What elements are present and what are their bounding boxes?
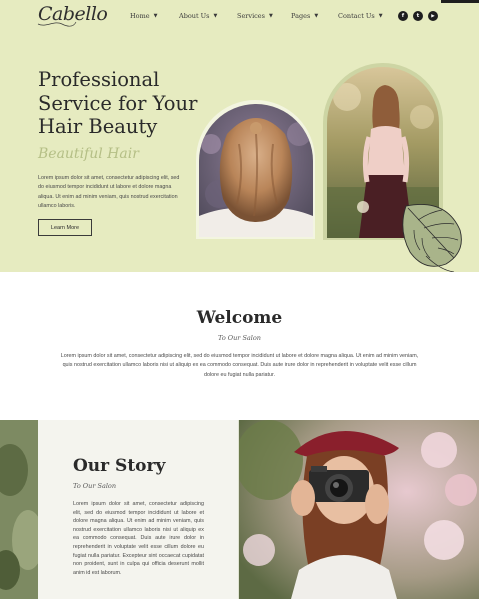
story-title: Our Story — [73, 456, 166, 476]
hero-description: Lorem ipsum dolor sit amet, consectetur … — [38, 175, 180, 209]
welcome-description: Lorem ipsum dolor sit amet, consectetur … — [60, 353, 419, 378]
story-description: Lorem ipsum dolor sit amet, consectetur … — [73, 501, 204, 576]
story-subtitle: To Our Salon — [73, 482, 117, 490]
main-nav: Home ▼ About Us ▼ Services ▼ Pages ▼ Contact… — [130, 12, 390, 20]
twitter-icon[interactable]: t — [413, 11, 423, 21]
social-links: f t ▶ — [398, 11, 438, 21]
nav-item-label: Services — [237, 12, 265, 20]
chevron-down-icon: ▼ — [378, 13, 383, 19]
chevron-down-icon: ▼ — [153, 13, 158, 19]
nav-item-label: Contact Us — [338, 12, 375, 20]
nav-item-label: Pages — [291, 12, 311, 20]
chevron-down-icon: ▼ — [268, 13, 273, 19]
nav-item-services[interactable]: Services ▼ — [237, 12, 291, 20]
learn-more-button[interactable]: Learn More — [38, 219, 92, 236]
chevron-down-icon: ▼ — [314, 13, 319, 19]
welcome-title: Welcome — [196, 308, 283, 328]
story-section: Our Story To Our Salon Lorem ipsum dolor… — [0, 420, 479, 599]
nav-item-about[interactable]: About Us ▼ — [179, 12, 237, 20]
monstera-leaf-icon — [402, 203, 462, 272]
hair-photo-curly — [199, 104, 313, 237]
youtube-icon[interactable]: ▶ — [428, 11, 438, 21]
hero-script-subtitle: Beautiful Hair — [38, 146, 139, 162]
facebook-icon[interactable]: f — [398, 11, 408, 21]
welcome-section: Welcome To Our Salon Lorem ipsum dolor s… — [0, 272, 479, 420]
nav-item-home[interactable]: Home ▼ — [130, 12, 179, 20]
logo-flourish-icon — [37, 21, 77, 27]
nav-item-contact[interactable]: Contact Us ▼ — [338, 12, 390, 20]
story-side-photo — [0, 420, 38, 599]
hero-section: Cabello Home ▼ About Us ▼ Services ▼ Pages ▼… — [0, 0, 479, 272]
welcome-subtitle: To Our Salon — [217, 334, 261, 342]
story-card: Our Story To Our Salon Lorem ipsum dolor… — [38, 420, 238, 599]
nav-item-label: About Us — [179, 12, 210, 20]
hero-title: Professional Service for Your Hair Beaut… — [38, 68, 198, 138]
photographer-photo — [239, 420, 479, 599]
top-edge-bar — [441, 0, 479, 3]
nav-item-pages[interactable]: Pages ▼ — [291, 12, 338, 20]
chevron-down-icon: ▼ — [213, 13, 218, 19]
nav-item-label: Home — [130, 12, 150, 20]
